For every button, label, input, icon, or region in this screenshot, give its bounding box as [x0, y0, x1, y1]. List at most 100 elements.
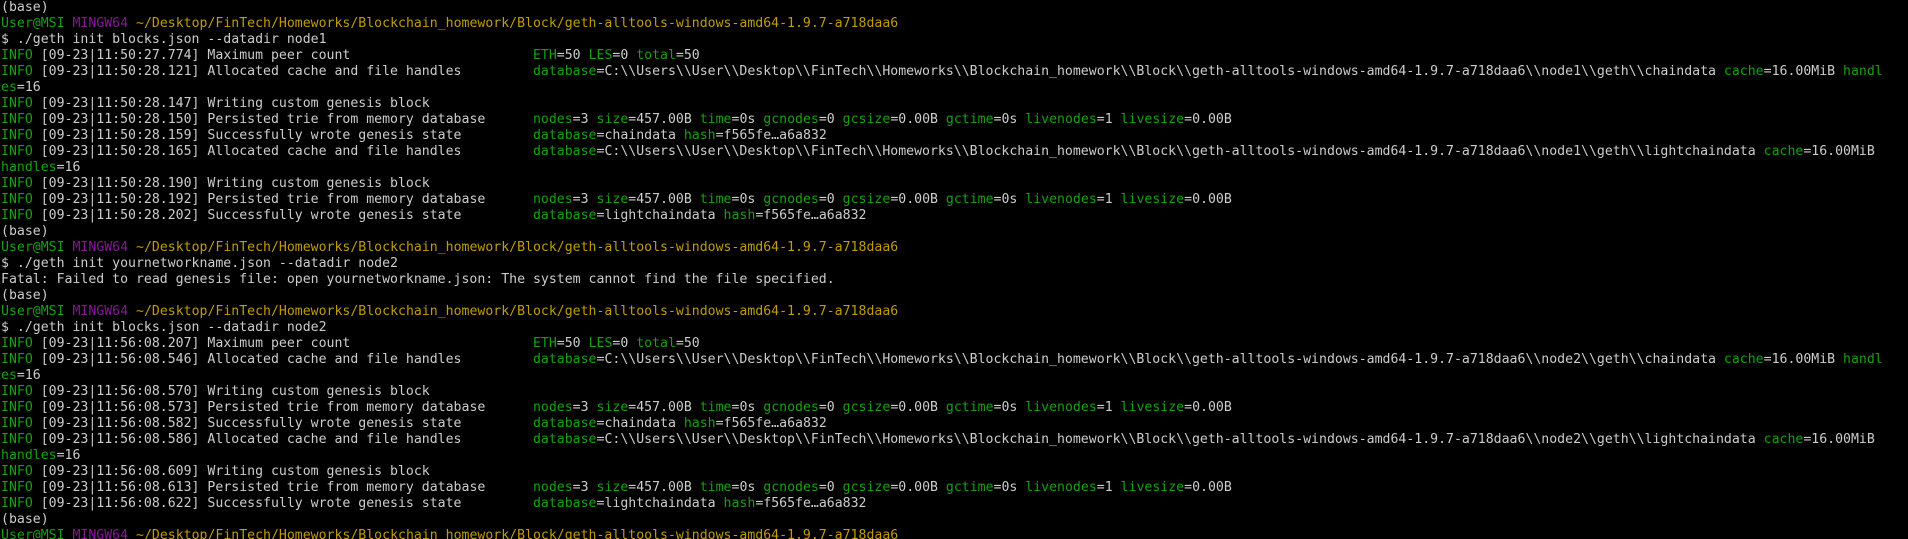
terminal-text: nodes	[532, 112, 573, 127]
terminal-text: gctime	[945, 192, 994, 207]
terminal-text: MINGW64	[72, 240, 136, 255]
terminal-line: INFO [09-23|11:56:08.586] Allocated cach…	[1, 432, 1908, 448]
terminal-line: User@MSI MINGW64 ~/Desktop/FinTech/Homew…	[1, 304, 1908, 320]
terminal-text: INFO	[1, 128, 33, 143]
terminal-text: gcsize	[842, 480, 891, 495]
terminal-text: ~/Desktop/FinTech/Homeworks/Blockchain_h…	[136, 240, 899, 255]
terminal-text: =16.00MiB	[1803, 144, 1875, 159]
terminal-text: INFO	[1, 176, 33, 191]
terminal-text: =0	[818, 400, 843, 415]
terminal-text: database	[532, 128, 597, 143]
terminal-text: gcnodes	[763, 112, 819, 127]
terminal-text: [09-23|11:50:28.165] Allocated cache and…	[32, 144, 533, 159]
terminal-text: (base)	[1, 0, 49, 15]
terminal-text: livenodes	[1025, 400, 1097, 415]
terminal-text: =0	[818, 112, 843, 127]
terminal-text: gcsize	[842, 192, 891, 207]
terminal-text: handles	[1, 160, 57, 175]
terminal-text: =f565fe…a6a832	[715, 416, 827, 431]
terminal-line: INFO [09-23|11:50:28.121] Allocated cach…	[1, 64, 1908, 80]
terminal-text: =0s	[993, 192, 1026, 207]
terminal-text: gcnodes	[763, 192, 819, 207]
terminal-text: =457.00B	[628, 192, 700, 207]
terminal-text: [09-23|11:56:08.622] Successfully wrote …	[32, 496, 533, 511]
terminal-text: livenodes	[1025, 192, 1097, 207]
terminal-line: (base)	[1, 512, 1908, 528]
terminal-line: INFO [09-23|11:56:08.570] Writing custom…	[1, 384, 1908, 400]
terminal-text: [09-23|11:56:08.586] Allocated cache and…	[32, 432, 533, 447]
terminal-text: =chaindata	[596, 128, 684, 143]
terminal-text: (base)	[1, 288, 49, 303]
terminal-line: INFO [09-23|11:50:28.147] Writing custom…	[1, 96, 1908, 112]
terminal-text: database	[532, 416, 597, 431]
terminal-text: gctime	[945, 480, 994, 495]
terminal-text: =3	[572, 400, 597, 415]
terminal-text: [09-23|11:56:08.613] Persisted trie from…	[32, 480, 533, 495]
terminal-text: User@MSI	[1, 16, 73, 31]
terminal-text: =0.00B	[1184, 400, 1232, 415]
terminal-text: =16.00MiB	[1763, 64, 1844, 79]
terminal-text: =0.00B	[890, 480, 946, 495]
terminal-text: LES	[588, 48, 613, 63]
terminal-text: User@MSI	[1, 528, 73, 539]
terminal-text: cache	[1763, 144, 1804, 159]
terminal-text: =1	[1096, 480, 1121, 495]
terminal-text: INFO	[1, 384, 33, 399]
terminal-text: INFO	[1, 432, 33, 447]
terminal-text: [09-23|11:50:28.192] Persisted trie from…	[32, 192, 533, 207]
terminal-line: (base)	[1, 288, 1908, 304]
terminal-text: $ ./geth init blocks.json --datadir node…	[1, 320, 327, 335]
terminal-text: [09-23|11:56:08.609] Writing custom gene…	[32, 464, 430, 479]
terminal-text: =16	[56, 160, 81, 175]
terminal-text: =0	[818, 192, 843, 207]
terminal-text: [09-23|11:50:28.159] Successfully wrote …	[32, 128, 533, 143]
terminal-text: User@MSI	[1, 240, 73, 255]
terminal-text: MINGW64	[72, 304, 136, 319]
terminal-text: =f565fe…a6a832	[755, 208, 867, 223]
terminal-text: size	[596, 400, 629, 415]
terminal-text: =0s	[993, 112, 1026, 127]
terminal-text: ~/Desktop/FinTech/Homeworks/Blockchain_h…	[136, 304, 899, 319]
terminal-output[interactable]: (base) User@MSI MINGW64 ~/Desktop/FinTech…	[0, 0, 1908, 539]
terminal-text: [09-23|11:50:28.147] Writing custom gene…	[32, 96, 430, 111]
terminal-text: time	[699, 112, 732, 127]
terminal-text: =457.00B	[628, 112, 700, 127]
terminal-text: =16	[16, 368, 41, 383]
terminal-text: INFO	[1, 96, 33, 111]
terminal-text: =0s	[993, 400, 1026, 415]
terminal-text: es	[1, 80, 17, 95]
terminal-text: =0.00B	[890, 112, 946, 127]
terminal-text: hash	[683, 416, 716, 431]
terminal-text: [09-23|11:56:08.582] Successfully wrote …	[32, 416, 533, 431]
terminal-text: livesize	[1120, 480, 1185, 495]
terminal-text: INFO	[1, 208, 33, 223]
terminal-line: User@MSI MINGW64 ~/Desktop/FinTech/Homew…	[1, 240, 1908, 256]
terminal-line: handles=16	[1, 160, 1908, 176]
terminal-text: INFO	[1, 336, 33, 351]
terminal-text: total	[636, 336, 676, 351]
terminal-text: time	[699, 400, 732, 415]
terminal-text: gcnodes	[763, 400, 819, 415]
terminal-line: INFO [09-23|11:50:27.774] Maximum peer c…	[1, 48, 1908, 64]
terminal-text: hash	[723, 496, 756, 511]
terminal-line: User@MSI MINGW64 ~/Desktop/FinTech/Homew…	[1, 16, 1908, 32]
terminal-text: =457.00B	[628, 400, 700, 415]
terminal-text: =3	[572, 112, 597, 127]
terminal-text: nodes	[532, 400, 573, 415]
terminal-text: livenodes	[1025, 112, 1097, 127]
terminal-text: time	[699, 480, 732, 495]
terminal-line: (base)	[1, 0, 1908, 16]
terminal-line: INFO [09-23|11:50:28.165] Allocated cach…	[1, 144, 1908, 160]
terminal-text: MINGW64	[72, 16, 136, 31]
terminal-text: handles	[1, 448, 57, 463]
terminal-line: INFO [09-23|11:56:08.613] Persisted trie…	[1, 480, 1908, 496]
terminal-text: livesize	[1120, 400, 1185, 415]
terminal-text: =16.00MiB	[1763, 352, 1844, 367]
terminal-text: nodes	[532, 192, 573, 207]
terminal-text: hash	[723, 208, 756, 223]
terminal-text: $ ./geth init blocks.json --datadir node…	[1, 32, 327, 47]
terminal-text: =0.00B	[1184, 192, 1232, 207]
terminal-text: =0	[612, 48, 637, 63]
terminal-text: Fatal: Failed to read genesis file: open…	[1, 272, 835, 287]
terminal-text: handl	[1843, 352, 1883, 367]
